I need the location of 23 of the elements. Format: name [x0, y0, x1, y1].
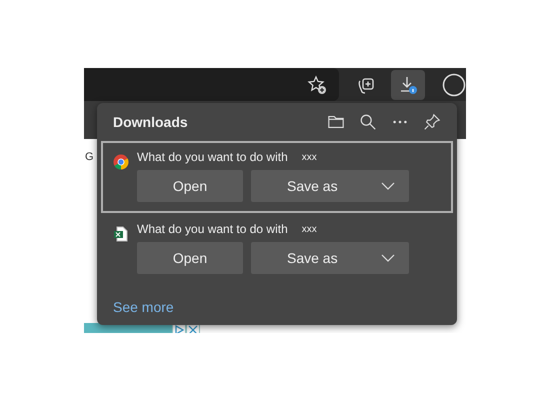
- download-prompt: What do you want to do with: [137, 150, 288, 164]
- open-button[interactable]: Open: [137, 242, 243, 274]
- profile-icon[interactable]: [442, 72, 466, 96]
- file-name: xxx: [302, 224, 317, 234]
- panel-title: Downloads: [113, 114, 188, 130]
- add-favorite-icon[interactable]: [306, 74, 327, 94]
- download-item[interactable]: What do you want to do with xxx Open Save as: [101, 213, 453, 285]
- open-button[interactable]: Open: [137, 170, 243, 202]
- pin-icon[interactable]: [423, 113, 441, 131]
- download-item[interactable]: What do you want to do with xxx Open Save as: [101, 141, 453, 213]
- save-as-button[interactable]: Save as: [251, 170, 409, 202]
- page-text: G: [85, 151, 94, 163]
- chevron-down-icon: [381, 254, 395, 262]
- see-more-link[interactable]: See more: [113, 299, 174, 315]
- file-name: xxx: [302, 152, 317, 162]
- download-prompt: What do you want to do with: [137, 222, 288, 236]
- folder-icon[interactable]: [327, 113, 345, 131]
- spreadsheet-file-icon: [113, 226, 129, 242]
- browser-file-icon: [113, 154, 129, 170]
- search-icon[interactable]: [359, 113, 377, 131]
- downloads-button[interactable]: [390, 70, 425, 100]
- save-as-button[interactable]: Save as: [251, 242, 409, 274]
- chevron-down-icon: [381, 182, 395, 190]
